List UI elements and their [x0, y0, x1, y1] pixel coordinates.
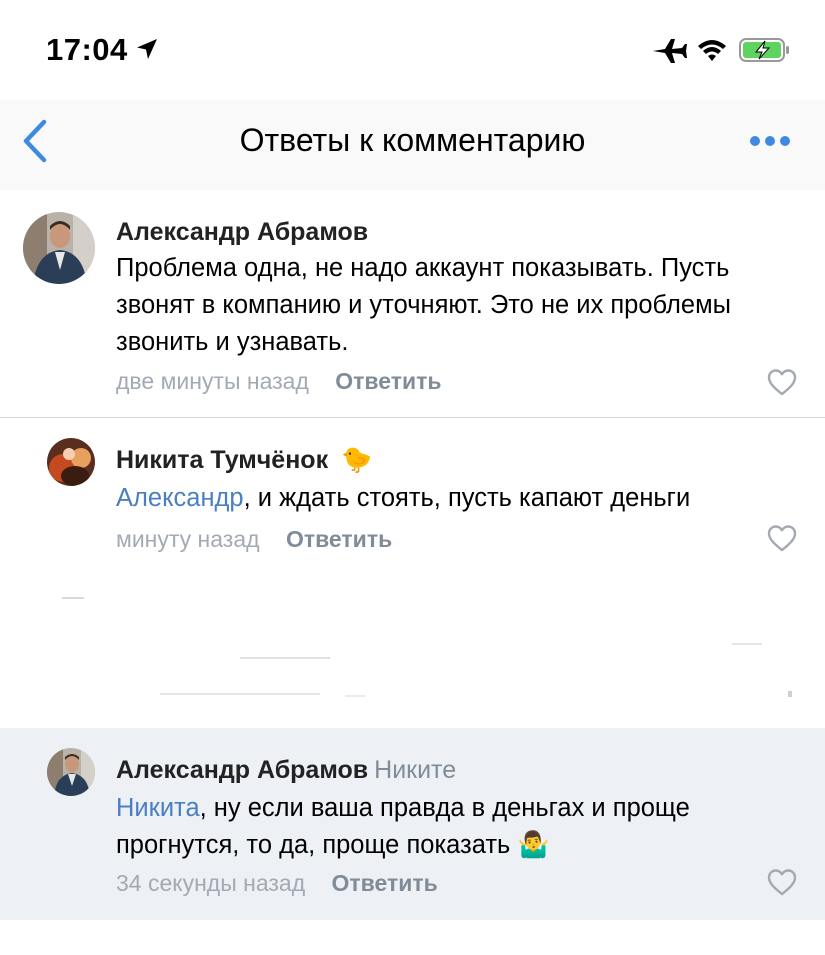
comment-item: Александр Абрамов Проблема одна, не надо… — [0, 190, 825, 417]
page-title: Ответы к комментарию — [239, 122, 586, 158]
author-name: Александр Абрамов — [116, 756, 369, 784]
faded-comment-remnant — [0, 585, 825, 725]
comment-text: Проблема одна, не надо аккаунт показыват… — [116, 254, 731, 356]
comment-item: Никита Тумчёнок 🐤 Александр, и ждать сто… — [0, 418, 825, 578]
battery-charging-icon — [739, 38, 789, 62]
reply-button[interactable]: Ответить — [335, 368, 441, 394]
comment-item-highlighted: Александр Абрамов Никите Никита, ну если … — [0, 728, 825, 920]
wifi-icon — [698, 40, 726, 61]
mention-link[interactable]: Александр — [116, 484, 244, 512]
author-name: Никита Тумчёнок — [116, 446, 329, 474]
avatar[interactable] — [23, 212, 95, 284]
status-bar: 17:04 — [0, 0, 825, 100]
comment-body: , и ждать стоять, пусть капают деньги — [243, 484, 691, 512]
comment-body: , ну если ваша правда в деньгах и проще … — [116, 794, 690, 859]
comment-meta: 34 секунды назад Ответить — [116, 870, 438, 897]
location-arrow-icon — [137, 39, 157, 59]
comment-time: две минуты назад — [116, 368, 309, 394]
comment-time: минуту назад — [116, 526, 260, 552]
comment-author[interactable]: Александр Абрамов — [116, 218, 368, 247]
comment-author[interactable]: Никита Тумчёнок 🐤 — [116, 446, 372, 475]
comment-meta: минуту назад Ответить — [116, 526, 392, 553]
reply-button[interactable]: Ответить — [286, 526, 392, 552]
status-time: 17:04 — [46, 32, 128, 67]
more-button[interactable] — [747, 130, 797, 152]
reply-to-label: Никите — [374, 756, 457, 784]
avatar[interactable] — [47, 748, 95, 796]
comment-time: 34 секунды назад — [116, 870, 306, 896]
author-emoji: 🐤 — [341, 446, 373, 474]
more-dots-icon — [750, 136, 790, 146]
status-icons — [651, 34, 791, 68]
comment-author[interactable]: Александр Абрамов Никите — [116, 756, 456, 785]
shrug-emoji: 🤷‍♂️ — [517, 831, 550, 859]
navigation-bar: Ответы к комментарию — [0, 100, 825, 190]
comment-text: Александр, и ждать стоять, пусть капают … — [116, 480, 781, 517]
comment-meta: две минуты назад Ответить — [116, 368, 442, 395]
comment-text: Никита, ну если ваша правда в деньгах и … — [116, 790, 781, 864]
like-heart-icon[interactable] — [767, 524, 797, 552]
avatar[interactable] — [47, 438, 95, 486]
airplane-icon — [653, 39, 687, 63]
like-heart-icon[interactable] — [767, 868, 797, 896]
reply-button[interactable]: Ответить — [332, 870, 438, 896]
mention-link[interactable]: Никита — [116, 794, 200, 822]
like-heart-icon[interactable] — [767, 368, 797, 396]
